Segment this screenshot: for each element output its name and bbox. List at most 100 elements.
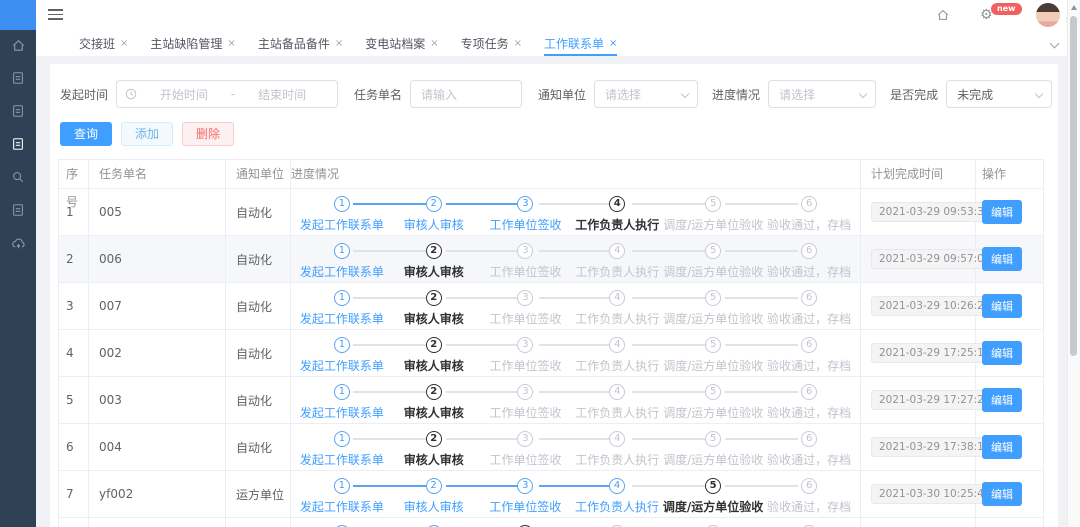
notify-unit-select[interactable]: 请选择 <box>594 80 698 108</box>
sidebar-item-document-5[interactable] <box>0 195 36 228</box>
home-icon[interactable] <box>936 8 950 25</box>
step-label: 验收通过，存档 <box>763 216 855 233</box>
step-number: 6 <box>801 431 817 447</box>
progress-label: 进度情况 <box>712 86 760 103</box>
step-4: 4工作负责人执行 <box>571 196 663 233</box>
step-5: 5调度/运方单位验收 <box>663 384 763 421</box>
progress-stepper: 1发起工作联系单2审核人审核3工作单位签收4工作负责人执行5调度/运方单位验收6… <box>296 377 855 423</box>
tab-list: 交接班×主站缺陷管理×主站备品备件×变电站档案×专项任务×工作联系单× <box>36 30 1068 56</box>
table-row-5[interactable]: 5003自动化1发起工作联系单2审核人审核3工作单位签收4工作负责人执行5调度/… <box>59 376 1043 423</box>
cloud-upload-icon <box>11 236 26 254</box>
step-number: 5 <box>705 337 721 353</box>
edit-button[interactable]: 编辑 <box>982 294 1022 318</box>
sidebar-item-cloud-upload-6[interactable] <box>0 228 36 261</box>
sidebar-item-document-1[interactable] <box>0 63 36 96</box>
close-icon[interactable]: × <box>609 38 617 49</box>
date-range-input[interactable]: 开始时间 - 结束时间 <box>116 80 338 108</box>
table-row-4[interactable]: 4002自动化1发起工作联系单2审核人审核3工作单位签收4工作负责人执行5调度/… <box>59 329 1043 376</box>
step-label: 审核人审核 <box>388 310 480 327</box>
table-row-2[interactable]: 2006自动化1发起工作联系单2审核人审核3工作单位签收4工作负责人执行5调度/… <box>59 235 1043 282</box>
step-2: 2审核人审核 <box>388 290 480 327</box>
close-icon[interactable]: × <box>335 38 343 49</box>
tab-专项任务[interactable]: 专项任务 × <box>461 30 522 56</box>
step-label: 验收通过，存档 <box>763 451 855 468</box>
tab-label: 专项任务 <box>461 35 509 52</box>
step-label: 发起工作联系单 <box>296 216 388 233</box>
step-label: 调度/运方单位验收 <box>663 310 763 327</box>
step-number: 3 <box>517 431 533 447</box>
edit-button[interactable]: 编辑 <box>982 388 1022 412</box>
table-row-1[interactable]: 1005自动化1发起工作联系单2审核人审核3工作单位签收4工作负责人执行5调度/… <box>59 188 1043 235</box>
cell-progress: 1发起工作联系单2审核人审核3工作单位签收4工作负责人执行5调度/运方单位验收6… <box>291 283 861 329</box>
step-3: 3工作单位签收 <box>480 290 572 327</box>
page-scrollbar-thumb[interactable] <box>1070 16 1077 356</box>
cell-operation: 编辑 <box>976 377 1043 423</box>
step-number: 4 <box>609 290 625 306</box>
chevron-down-icon[interactable] <box>1050 39 1058 47</box>
cell-seq: 4 <box>59 330 89 376</box>
sidebar-item-home-0[interactable] <box>0 30 36 63</box>
step-2: 2审核人审核 <box>388 384 480 421</box>
sidebar-item-search-4[interactable] <box>0 162 36 195</box>
edit-button[interactable]: 编辑 <box>982 482 1022 506</box>
step-label: 工作负责人执行 <box>571 498 663 515</box>
table-row-8[interactable]: 1发起工作联系单2审核人审核3工作单位签收4工作负责人执行5调度/运方单位验收6… <box>59 517 1043 527</box>
new-badge: new <box>991 3 1022 15</box>
add-button[interactable]: 添加 <box>121 122 173 146</box>
query-button[interactable]: 查询 <box>60 122 112 146</box>
cell-progress: 1发起工作联系单2审核人审核3工作单位签收4工作负责人执行5调度/运方单位验收6… <box>291 518 861 527</box>
step-number: 4 <box>609 384 625 400</box>
cell-notify-unit: 自动化 <box>226 377 291 423</box>
edit-button[interactable]: 编辑 <box>982 341 1022 365</box>
step-number: 3 <box>517 243 533 259</box>
step-label: 工作单位签收 <box>480 310 572 327</box>
progress-select[interactable]: 请选择 <box>768 80 876 108</box>
column-header-5: 操作 <box>976 160 1043 188</box>
tab-变电站档案[interactable]: 变电站档案× <box>365 30 438 56</box>
step-1: 1发起工作联系单 <box>296 478 388 515</box>
completed-select[interactable]: 未完成 <box>946 80 1052 108</box>
clock-icon <box>125 88 137 100</box>
edit-button[interactable]: 编辑 <box>982 247 1022 271</box>
tab-工作联系单[interactable]: 工作联系单× <box>544 30 617 56</box>
scroll-up-arrow-icon[interactable] <box>1071 5 1077 10</box>
close-icon[interactable]: × <box>514 38 522 49</box>
step-number: 5 <box>705 478 721 494</box>
close-icon[interactable]: × <box>120 38 128 49</box>
cell-seq: 5 <box>59 377 89 423</box>
edit-button[interactable]: 编辑 <box>982 435 1022 459</box>
hamburger-menu-icon[interactable] <box>48 9 63 20</box>
step-number: 1 <box>334 384 350 400</box>
logo-block <box>0 0 36 30</box>
step-2: 2审核人审核 <box>388 478 480 515</box>
document-icon <box>11 71 25 88</box>
tab-主站备品备件[interactable]: 主站备品备件× <box>258 30 343 56</box>
table-row-7[interactable]: 7yf002运方单位1发起工作联系单2审核人审核3工作单位签收4工作负责人执行5… <box>59 470 1043 517</box>
action-buttons: 查询 添加 删除 <box>50 108 1058 146</box>
step-1: 1发起工作联系单 <box>296 384 388 421</box>
tab-主站缺陷管理[interactable]: 主站缺陷管理× <box>150 30 235 56</box>
step-label: 发起工作联系单 <box>296 357 388 374</box>
cell-task-name: 007 <box>89 283 226 329</box>
delete-button[interactable]: 删除 <box>182 122 234 146</box>
cell-planned-time: 2021-03-29 10:26:22 <box>861 283 976 329</box>
page-scrollbar <box>1067 0 1080 527</box>
table-row-3[interactable]: 3007自动化1发起工作联系单2审核人审核3工作单位签收4工作负责人执行5调度/… <box>59 282 1043 329</box>
table-row-6[interactable]: 6004自动化1发起工作联系单2审核人审核3工作单位签收4工作负责人执行5调度/… <box>59 423 1043 470</box>
tab-交接班[interactable]: 交接班× <box>79 30 128 56</box>
sidebar-item-document-2[interactable] <box>0 96 36 129</box>
step-label: 工作负责人执行 <box>571 451 663 468</box>
edit-button[interactable]: 编辑 <box>982 200 1022 224</box>
step-label: 审核人审核 <box>388 404 480 421</box>
sidebar-item-document-3[interactable] <box>0 129 36 162</box>
step-4: 4工作负责人执行 <box>571 337 663 374</box>
cell-task-name <box>89 518 226 527</box>
step-number: 1 <box>334 243 350 259</box>
cell-operation <box>976 518 1043 527</box>
task-name-input[interactable]: 请输入 <box>410 80 522 108</box>
avatar[interactable] <box>1036 3 1060 27</box>
step-number: 5 <box>705 431 721 447</box>
close-icon[interactable]: × <box>227 38 235 49</box>
close-icon[interactable]: × <box>430 38 438 49</box>
task-name-placeholder: 请输入 <box>421 86 457 103</box>
